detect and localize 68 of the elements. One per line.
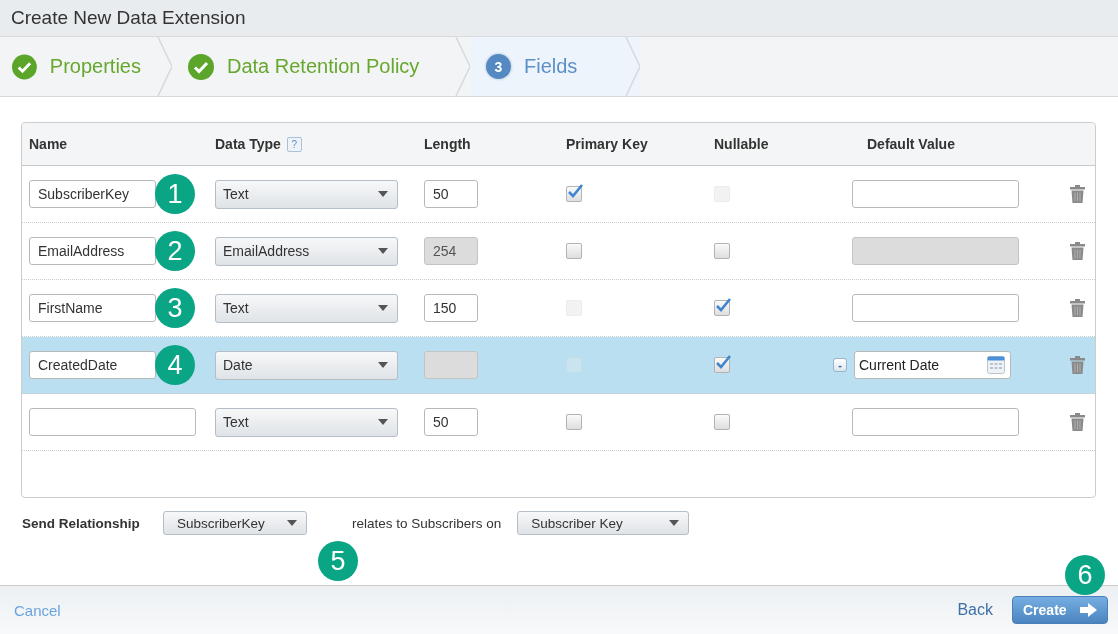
- relation-text: relates to Subscribers on: [352, 515, 502, 531]
- date-field[interactable]: Current Date: [854, 351, 1011, 379]
- name-field[interactable]: EmailAddress: [29, 237, 156, 265]
- checkbox[interactable]: [714, 300, 730, 316]
- data-type-select[interactable]: EmailAddress: [215, 236, 398, 266]
- column-header: Name: [29, 136, 68, 152]
- column-header: Primary Key: [566, 136, 648, 152]
- trash-icon[interactable]: [1070, 356, 1085, 374]
- check-circle-icon: [188, 53, 214, 80]
- relationship-select[interactable]: SubscriberKey: [163, 511, 307, 535]
- data-type-select[interactable]: Date: [215, 350, 398, 380]
- callout-number: 1: [155, 174, 195, 214]
- trash-icon[interactable]: [1070, 242, 1085, 260]
- default-value-field[interactable]: [852, 294, 1019, 322]
- table-row[interactable]: SubscriberKey 1 Text 50: [22, 166, 1095, 223]
- step-label: Properties: [49, 55, 141, 78]
- trash-icon[interactable]: [1070, 185, 1085, 203]
- name-field[interactable]: [29, 408, 196, 436]
- name-field[interactable]: FirstName: [29, 294, 156, 322]
- callout-number: 6: [1065, 555, 1105, 595]
- callout-number: 2: [155, 231, 195, 271]
- step-number: 3: [486, 54, 511, 79]
- column-header: Length: [424, 136, 471, 152]
- name-field[interactable]: SubscriberKey: [29, 180, 156, 208]
- back-link[interactable]: Back: [957, 601, 993, 619]
- checkbox[interactable]: [566, 414, 582, 430]
- checkbox[interactable]: [714, 357, 730, 373]
- checkbox[interactable]: [566, 243, 582, 259]
- trash-icon[interactable]: [1070, 413, 1085, 431]
- check-circle-icon: [12, 53, 37, 80]
- calendar-icon[interactable]: [987, 356, 1005, 374]
- trash-icon[interactable]: [1070, 299, 1085, 317]
- step-label: Data Retention Policy: [227, 55, 420, 78]
- wizard-step[interactable]: 3 Fields: [470, 37, 640, 96]
- clear-button[interactable]: -: [833, 358, 847, 372]
- data-type-select[interactable]: Text: [215, 407, 398, 437]
- caret-icon: [378, 248, 388, 254]
- default-value-field[interactable]: [852, 408, 1019, 436]
- checkbox[interactable]: [714, 414, 730, 430]
- caret-icon: [378, 305, 388, 311]
- length-field[interactable]: 150: [424, 294, 478, 322]
- caret-icon: [378, 191, 388, 197]
- checkbox[interactable]: [714, 243, 730, 259]
- column-header: Default Value: [867, 136, 955, 152]
- arrow-right-icon: [1080, 603, 1097, 617]
- field-label: Send Relationship: [22, 515, 141, 531]
- caret-icon: [378, 419, 388, 425]
- callout-number: 4: [155, 345, 195, 385]
- window-title: Create New Data Extension: [11, 7, 246, 29]
- checkbox[interactable]: [566, 186, 582, 202]
- caret-icon: [287, 520, 297, 526]
- callout-number: 3: [155, 288, 195, 328]
- length-field[interactable]: 50: [424, 180, 478, 208]
- name-field[interactable]: CreatedDate: [29, 351, 156, 379]
- caret-icon: [378, 362, 388, 368]
- caret-icon: [669, 520, 680, 526]
- data-type-select[interactable]: Text: [215, 179, 398, 209]
- column-header: Nullable: [714, 136, 769, 152]
- subscriber-field-select[interactable]: Subscriber Key: [517, 511, 690, 535]
- table-row[interactable]: FirstName 3 Text 150: [22, 280, 1095, 337]
- table-row[interactable]: Text 50: [22, 394, 1095, 451]
- callout-number: 5: [318, 541, 358, 581]
- length-field[interactable]: 50: [424, 408, 478, 436]
- table-row[interactable]: CreatedDate 4 Date - Current Date: [22, 337, 1095, 394]
- default-value-field[interactable]: [852, 180, 1019, 208]
- data-type-select[interactable]: Text: [215, 293, 398, 323]
- step-label: Fields: [524, 55, 578, 78]
- column-header: Data Type: [215, 136, 281, 152]
